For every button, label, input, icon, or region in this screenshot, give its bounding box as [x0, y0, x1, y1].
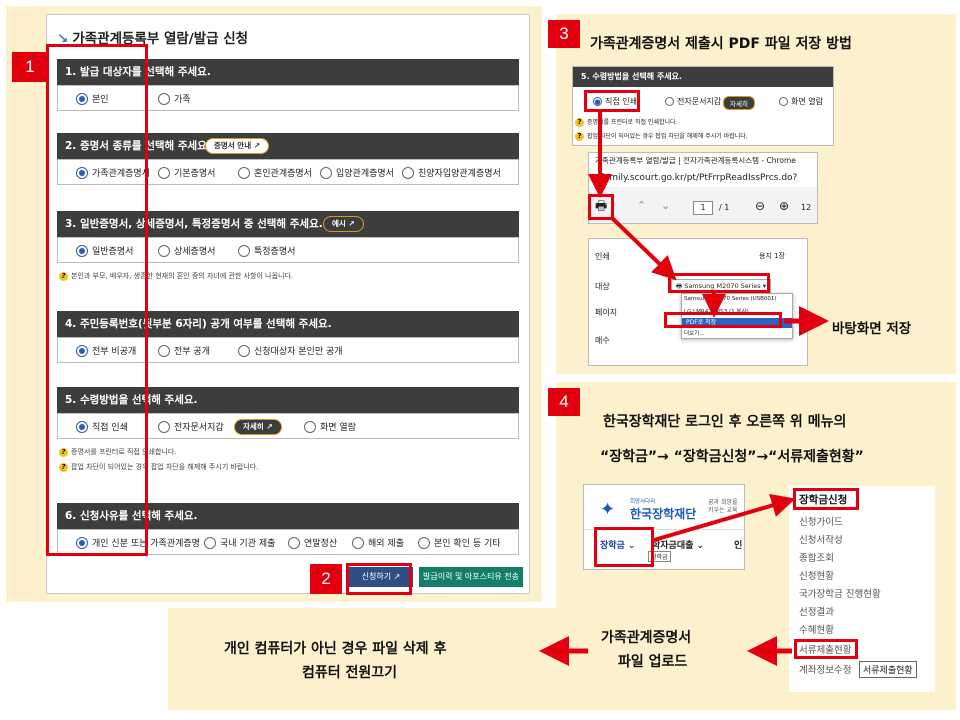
arrow-nav-to-menu [653, 493, 796, 542]
arrow-printer-to-dialog [610, 216, 677, 281]
arrows-overlay [539, 112, 829, 666]
